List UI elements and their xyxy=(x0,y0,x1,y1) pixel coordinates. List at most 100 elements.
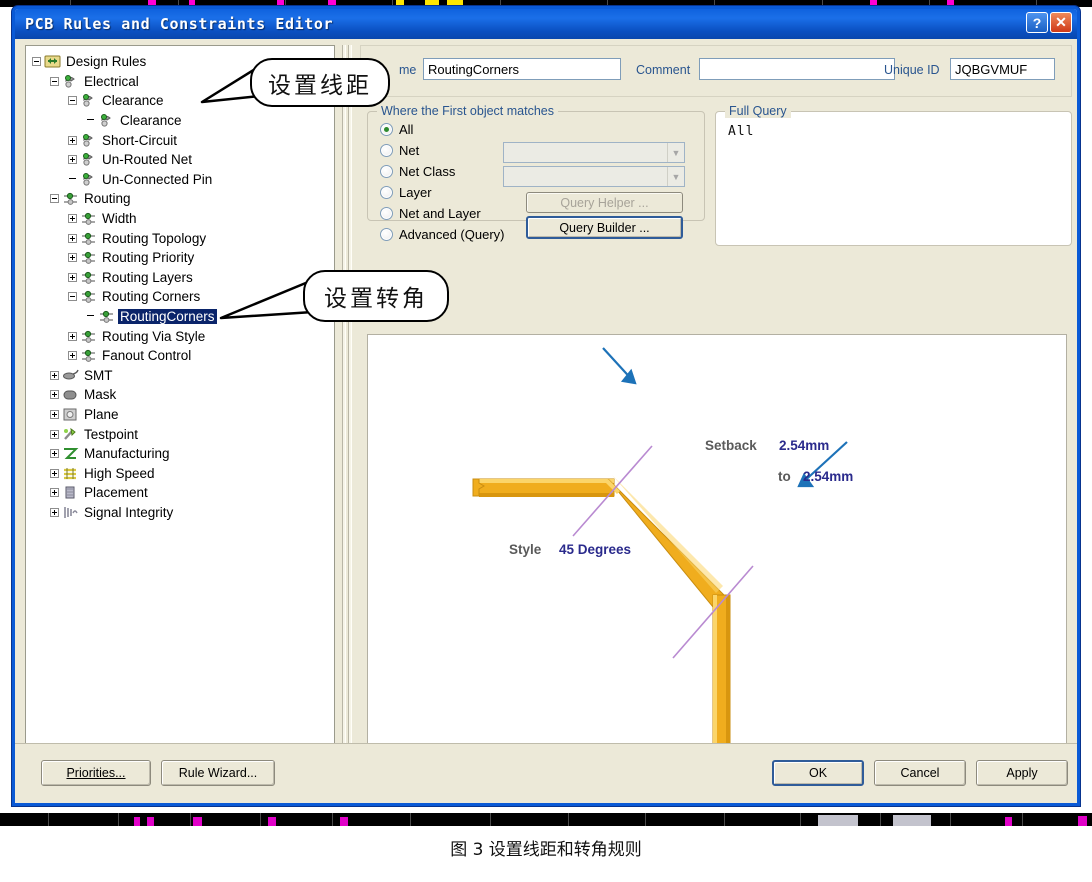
tree-item-placement[interactable]: Placement xyxy=(32,483,334,503)
tree-expander-minus-icon[interactable] xyxy=(50,76,59,86)
testpoint-icon xyxy=(62,427,79,442)
radio-net-class[interactable]: Net Class xyxy=(380,161,505,182)
width-icon xyxy=(80,211,97,226)
routing-corners-icon xyxy=(98,309,115,324)
unique-id-label: Unique ID xyxy=(884,63,940,77)
fanout-control-icon xyxy=(80,348,97,363)
routing-icon xyxy=(62,191,79,206)
tree-item-un-routed-net[interactable]: Un-Routed Net xyxy=(32,150,334,170)
tree-expander-minus-icon[interactable] xyxy=(50,194,59,204)
tree-item-un-connected-pin[interactable]: Un-Connected Pin xyxy=(32,170,334,190)
callout-clearance-bubble: 设置线距 xyxy=(250,58,390,107)
priorities-button[interactable]: Priorities... xyxy=(41,760,151,786)
design-rules-tree[interactable]: Design Rules Electrical Clearance Clearance… xyxy=(25,45,335,750)
close-icon[interactable]: ✕ xyxy=(1050,12,1072,33)
tree-item-signal-integrity[interactable]: Signal Integrity xyxy=(32,503,334,523)
tree-expander-plus-icon[interactable] xyxy=(50,507,59,517)
figure-caption: 图 3 设置线距和转角规则 xyxy=(450,840,642,860)
setback-label: Setback xyxy=(705,438,757,453)
query-helper-button[interactable]: Query Helper ... xyxy=(526,192,683,213)
setback-value: 2.54mm xyxy=(779,438,830,453)
plane-icon xyxy=(62,407,79,422)
tree-expander-plus-icon[interactable] xyxy=(50,409,59,419)
tree-item-label: Short-Circuit xyxy=(102,132,178,148)
ok-button[interactable]: OK xyxy=(772,760,864,786)
tree-item-fanout-control[interactable]: Fanout Control xyxy=(32,346,334,366)
signal-integrity-icon xyxy=(62,505,79,520)
net-combo[interactable]: ▼ xyxy=(503,142,685,163)
smt-icon xyxy=(62,368,79,383)
radio-indicator[interactable] xyxy=(380,123,393,136)
pcb-rules-dialog: PCB Rules and Constraints Editor ? ✕ Des… xyxy=(12,6,1080,806)
radio-indicator[interactable] xyxy=(380,165,393,178)
tree-item-routing-via-style[interactable]: Routing Via Style xyxy=(32,326,334,346)
rule-wizard-button[interactable]: Rule Wizard... xyxy=(161,760,275,786)
tree-expander-plus-icon[interactable] xyxy=(50,468,59,478)
tree-expander-plus-icon[interactable] xyxy=(68,233,77,243)
high-speed-icon xyxy=(62,466,79,481)
tree-item-mask[interactable]: Mask xyxy=(32,385,334,405)
radio-indicator[interactable] xyxy=(380,186,393,199)
comment-input[interactable] xyxy=(699,58,895,80)
radio-net-and-layer[interactable]: Net and Layer xyxy=(380,203,505,224)
tree-expander-plus-icon[interactable] xyxy=(50,370,59,380)
tree-expander-minus-icon[interactable] xyxy=(68,292,77,302)
tree-item-smt[interactable]: SMT xyxy=(32,366,334,386)
title-bar: PCB Rules and Constraints Editor ? ✕ xyxy=(15,9,1077,39)
tree-item-manufacturing[interactable]: Manufacturing xyxy=(32,444,334,464)
tree-expander-plus-icon[interactable] xyxy=(68,331,77,341)
tree-item-label: Routing xyxy=(84,191,131,207)
tree-expander-minus-icon[interactable] xyxy=(68,96,77,106)
tree-leaf-spacer xyxy=(68,175,77,184)
tree-item-plane[interactable]: Plane xyxy=(32,405,334,425)
tree-expander-plus-icon[interactable] xyxy=(50,488,59,498)
tree-item-label: Signal Integrity xyxy=(84,504,174,520)
tree-expander-minus-icon[interactable] xyxy=(32,57,41,67)
help-icon[interactable]: ? xyxy=(1026,12,1048,33)
chevron-down-icon[interactable]: ▼ xyxy=(667,143,684,162)
tree-leaf-spacer xyxy=(86,116,95,125)
tree-expander-plus-icon[interactable] xyxy=(50,390,59,400)
radio-indicator[interactable] xyxy=(380,228,393,241)
tree-item-label: Placement xyxy=(84,485,148,501)
name-input[interactable]: RoutingCorners xyxy=(423,58,621,80)
routing-topology-icon xyxy=(80,231,97,246)
radio-advanced-query-[interactable]: Advanced (Query) xyxy=(380,224,505,245)
tree-item-label: RoutingCorners xyxy=(118,309,217,325)
tree-item-label: Plane xyxy=(84,406,119,422)
apply-button[interactable]: Apply xyxy=(976,760,1068,786)
cancel-button[interactable]: Cancel xyxy=(874,760,966,786)
tree-item-width[interactable]: Width xyxy=(32,209,334,229)
tree-item-high-speed[interactable]: High Speed xyxy=(32,463,334,483)
tree-expander-plus-icon[interactable] xyxy=(68,272,77,282)
tree-expander-plus-icon[interactable] xyxy=(50,449,59,459)
radio-all[interactable]: All xyxy=(380,119,505,140)
tree-item-short-circuit[interactable]: Short-Circuit xyxy=(32,130,334,150)
tree-item-routing-priority[interactable]: Routing Priority xyxy=(32,248,334,268)
tree-expander-plus-icon[interactable] xyxy=(50,429,59,439)
clearance-icon xyxy=(98,113,115,128)
query-builder-button[interactable]: Query Builder ... xyxy=(526,216,683,239)
tree-item-label: Fanout Control xyxy=(102,348,192,364)
chevron-down-icon[interactable]: ▼ xyxy=(667,167,684,186)
tree-expander-plus-icon[interactable] xyxy=(68,155,77,165)
tree-item-routing-topology[interactable]: Routing Topology xyxy=(32,228,334,248)
unique-id-input[interactable]: JQBGVMUF xyxy=(950,58,1055,80)
tree-expander-plus-icon[interactable] xyxy=(68,253,77,263)
tree-expander-plus-icon[interactable] xyxy=(68,351,77,361)
panel-splitter[interactable] xyxy=(340,45,354,785)
radio-net[interactable]: Net xyxy=(380,140,505,161)
tree-item-routing[interactable]: Routing xyxy=(32,189,334,209)
clearance-icon xyxy=(80,93,97,108)
radio-indicator[interactable] xyxy=(380,144,393,157)
net-class-combo[interactable]: ▼ xyxy=(503,166,685,187)
tree-expander-plus-icon[interactable] xyxy=(68,214,77,224)
dialog-button-bar: Priorities... Rule Wizard... OK Cancel A… xyxy=(15,743,1077,803)
callout-corner-text: 设置转角 xyxy=(324,286,428,312)
radio-indicator[interactable] xyxy=(380,207,393,220)
tree-expander-plus-icon[interactable] xyxy=(68,135,77,145)
tree-item-label: Manufacturing xyxy=(84,446,170,462)
tree-item-testpoint[interactable]: Testpoint xyxy=(32,424,334,444)
style-label: Style xyxy=(509,542,542,557)
radio-layer[interactable]: Layer xyxy=(380,182,505,203)
